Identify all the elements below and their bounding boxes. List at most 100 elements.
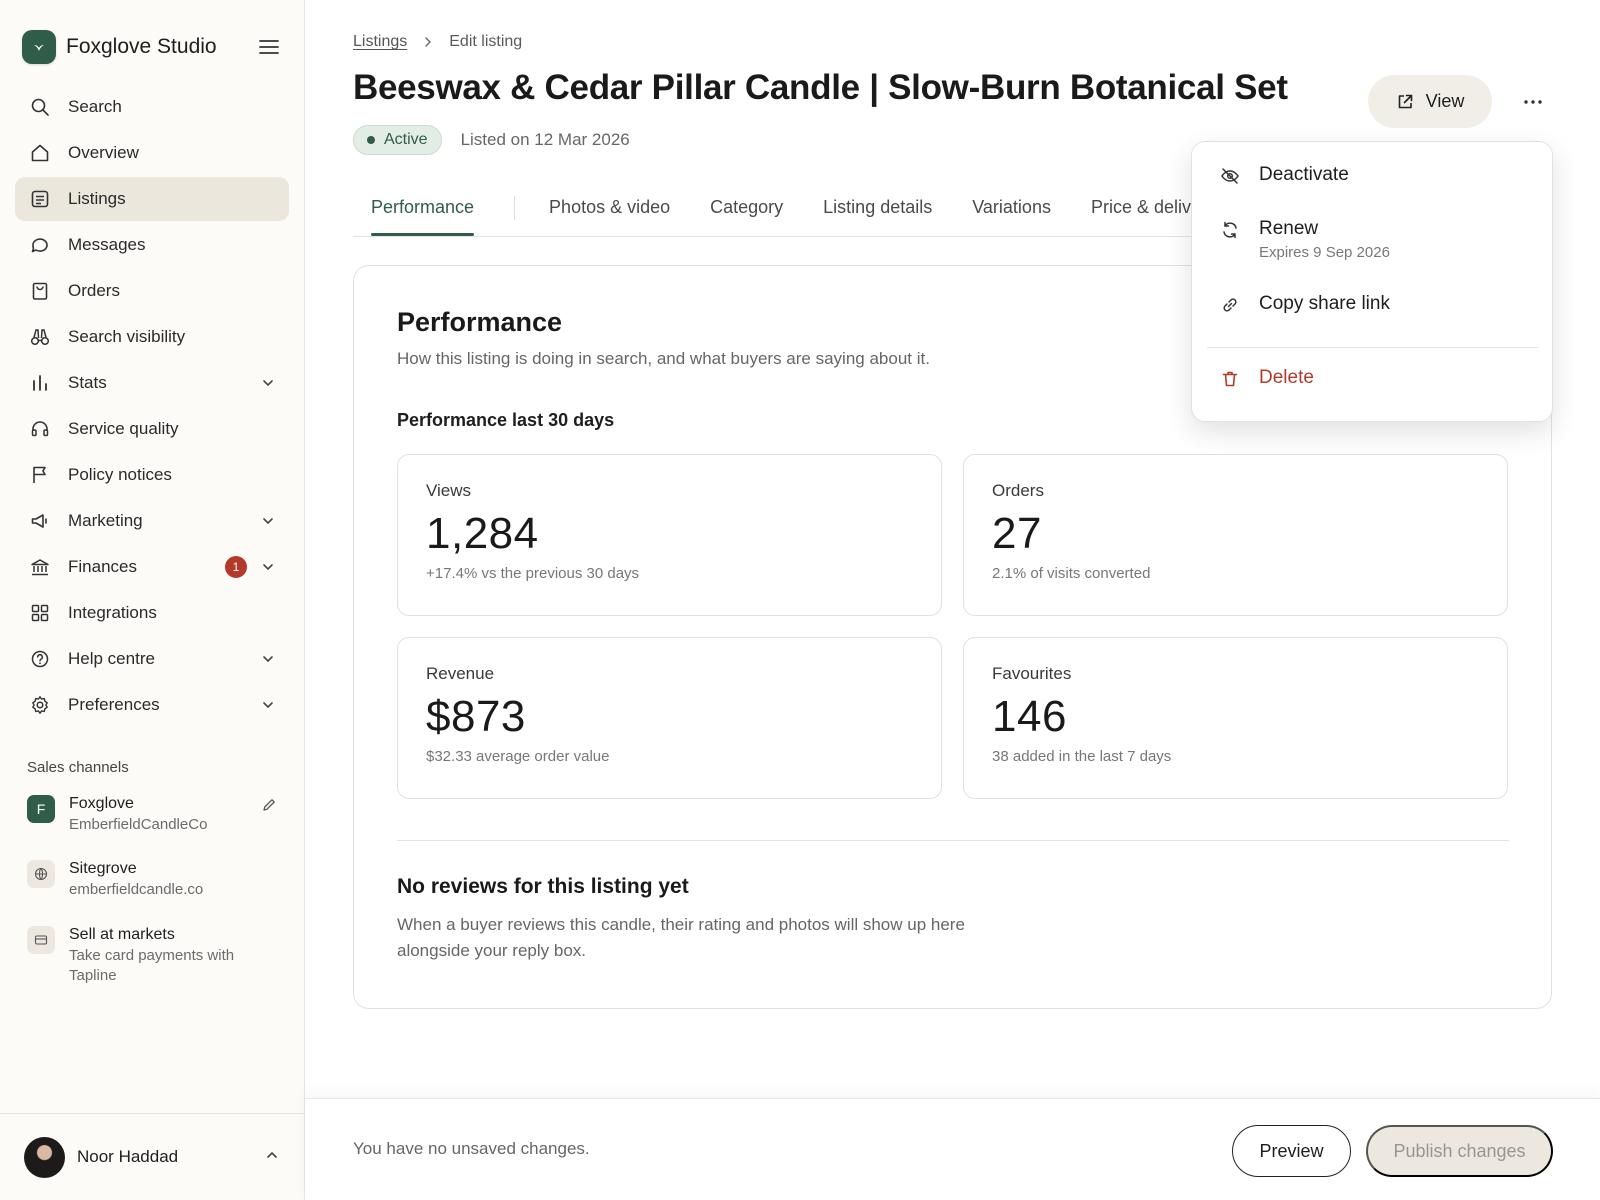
metric-value: 1,284 [426, 509, 539, 558]
link-icon [1219, 294, 1241, 316]
chevron-up-icon[interactable] [265, 1148, 279, 1167]
binoculars-icon [29, 326, 51, 348]
listings-icon [29, 188, 51, 210]
tab-listing-details[interactable]: Listing details [823, 182, 932, 236]
metric-note: 38 added in the last 7 days [992, 748, 1172, 765]
channel-letter-icon: F [27, 795, 55, 823]
menu-item-renew[interactable]: Renew Expires 9 Sep 2026 [1219, 218, 1390, 261]
sidebar-item-label: Search [68, 97, 122, 116]
chevron-down-icon[interactable] [259, 696, 277, 714]
performance-period-label: Performance last 30 days [397, 410, 615, 430]
menu-item-label: Deactivate [1259, 164, 1349, 185]
menu-toggle-icon[interactable] [258, 36, 280, 58]
chevron-down-icon[interactable] [259, 512, 277, 530]
metric-label: Orders [992, 481, 1044, 500]
sidebar-item-label: Overview [68, 143, 139, 162]
home-icon [29, 142, 51, 164]
metric-label: Favourites [992, 664, 1072, 683]
menu-item-delete[interactable]: Delete [1219, 367, 1314, 390]
user-menu[interactable]: Noor Haddad [0, 1113, 305, 1200]
menu-divider [1207, 347, 1538, 348]
bag-icon [29, 280, 51, 302]
sidebar-item-search[interactable]: Search [15, 85, 289, 129]
channel-subtitle: Take card payments with Tapline [69, 947, 235, 984]
metric-card-orders: Orders 27 2.1% of visits converted [963, 454, 1508, 616]
flag-icon [29, 464, 51, 486]
sidebar-item-label: Search visibility [68, 327, 186, 346]
listing-status-row: Active Listed on 12 Mar 2026 [353, 125, 630, 155]
sidebar-item-label: Marketing [68, 511, 143, 530]
metric-label: Views [426, 481, 472, 500]
metric-value: $873 [426, 692, 526, 741]
menu-item-sublabel: Expires 9 Sep 2026 [1259, 244, 1390, 261]
brand-logo-icon[interactable] [22, 30, 56, 64]
sidebar-item-overview[interactable]: Overview [15, 131, 289, 175]
menu-item-copy-share-link[interactable]: Copy share link [1219, 293, 1390, 316]
sidebar-item-label: Service quality [68, 419, 179, 438]
tab-performance[interactable]: Performance [371, 182, 475, 236]
sidebar-item-policy-notices[interactable]: Policy notices [15, 453, 289, 497]
view-button[interactable]: View [1368, 75, 1492, 128]
sidebar-item-label: Stats [68, 373, 107, 392]
pencil-icon[interactable] [261, 797, 277, 835]
help-icon [29, 648, 51, 670]
brand: Foxglove Studio [22, 30, 280, 64]
sidebar-item-stats[interactable]: Stats [15, 361, 289, 405]
trash-icon [1219, 368, 1241, 390]
refresh-icon [1219, 219, 1241, 241]
sidebar-item-service-quality[interactable]: Service quality [15, 407, 289, 451]
gear-icon [29, 694, 51, 716]
sidebar-item-orders[interactable]: Orders [15, 269, 289, 313]
sidebar-item-label: Preferences [68, 695, 160, 714]
status-badge: Active [353, 125, 442, 155]
preview-button[interactable]: Preview [1232, 1125, 1351, 1177]
sidebar-item-label: Listings [68, 189, 126, 208]
listed-date: Listed on 12 Mar 2026 [460, 130, 630, 149]
publish-changes-button[interactable]: Publish changes [1366, 1125, 1553, 1177]
avatar [24, 1136, 65, 1178]
channel-sell-at-markets[interactable]: Sell at markets Take card payments with … [27, 926, 277, 986]
more-options-icon[interactable] [1515, 84, 1551, 120]
card-icon [27, 926, 55, 954]
sidebar-item-finances[interactable]: Finances 1 [15, 545, 289, 589]
channel-subtitle: EmberfieldCandleCo [69, 816, 208, 833]
tab-photos-video[interactable]: Photos & video [549, 182, 670, 236]
sidebar-item-listings[interactable]: Listings [15, 177, 289, 221]
globe-icon [27, 860, 55, 888]
sidebar-item-marketing[interactable]: Marketing [15, 499, 289, 543]
channel-sitegrove[interactable]: Sitegrove emberfieldcandle.co [27, 860, 277, 900]
sidebar-item-label: Orders [68, 281, 120, 300]
channel-title: Sell at markets [69, 926, 175, 943]
chevron-down-icon[interactable] [259, 374, 277, 392]
sidebar-item-integrations[interactable]: Integrations [15, 591, 289, 635]
sales-channels-heading: Sales channels [27, 759, 129, 776]
menu-item-label: Delete [1259, 367, 1314, 388]
sidebar-item-preferences[interactable]: Preferences [15, 683, 289, 727]
brand-name: Foxglove Studio [66, 35, 217, 58]
metric-card-revenue: Revenue $873 $32.33 average order value [397, 637, 942, 799]
grid-icon [29, 602, 51, 624]
tab-category[interactable]: Category [710, 182, 783, 236]
channel-foxglove[interactable]: F Foxglove EmberfieldCandleCo [27, 795, 277, 835]
tab-variations[interactable]: Variations [972, 182, 1051, 236]
sidebar-item-messages[interactable]: Messages [15, 223, 289, 267]
metric-value: 27 [992, 509, 1042, 558]
bar-chart-icon [29, 372, 51, 394]
sidebar-item-search-visibility[interactable]: Search visibility [15, 315, 289, 359]
breadcrumb-listings-link[interactable]: Listings [353, 33, 407, 51]
channel-title: Foxglove [69, 795, 134, 812]
sidebar-nav: Search Overview Listings Messages Orders… [15, 85, 289, 729]
menu-item-deactivate[interactable]: Deactivate [1219, 164, 1349, 187]
menu-item-label: Renew [1259, 218, 1319, 239]
sidebar-item-label: Help centre [68, 649, 155, 668]
chevron-down-icon[interactable] [259, 650, 277, 668]
channel-title: Sitegrove [69, 860, 137, 877]
chevron-down-icon[interactable] [259, 558, 277, 576]
sidebar-item-help-centre[interactable]: Help centre [15, 637, 289, 681]
performance-title: Performance [397, 307, 563, 337]
breadcrumb: Listings Edit listing [353, 33, 522, 51]
unsaved-status: You have no unsaved changes. [353, 1139, 590, 1158]
status-dot-icon [367, 136, 375, 144]
sidebar-item-label: Integrations [68, 603, 157, 622]
eye-off-icon [1219, 165, 1241, 187]
